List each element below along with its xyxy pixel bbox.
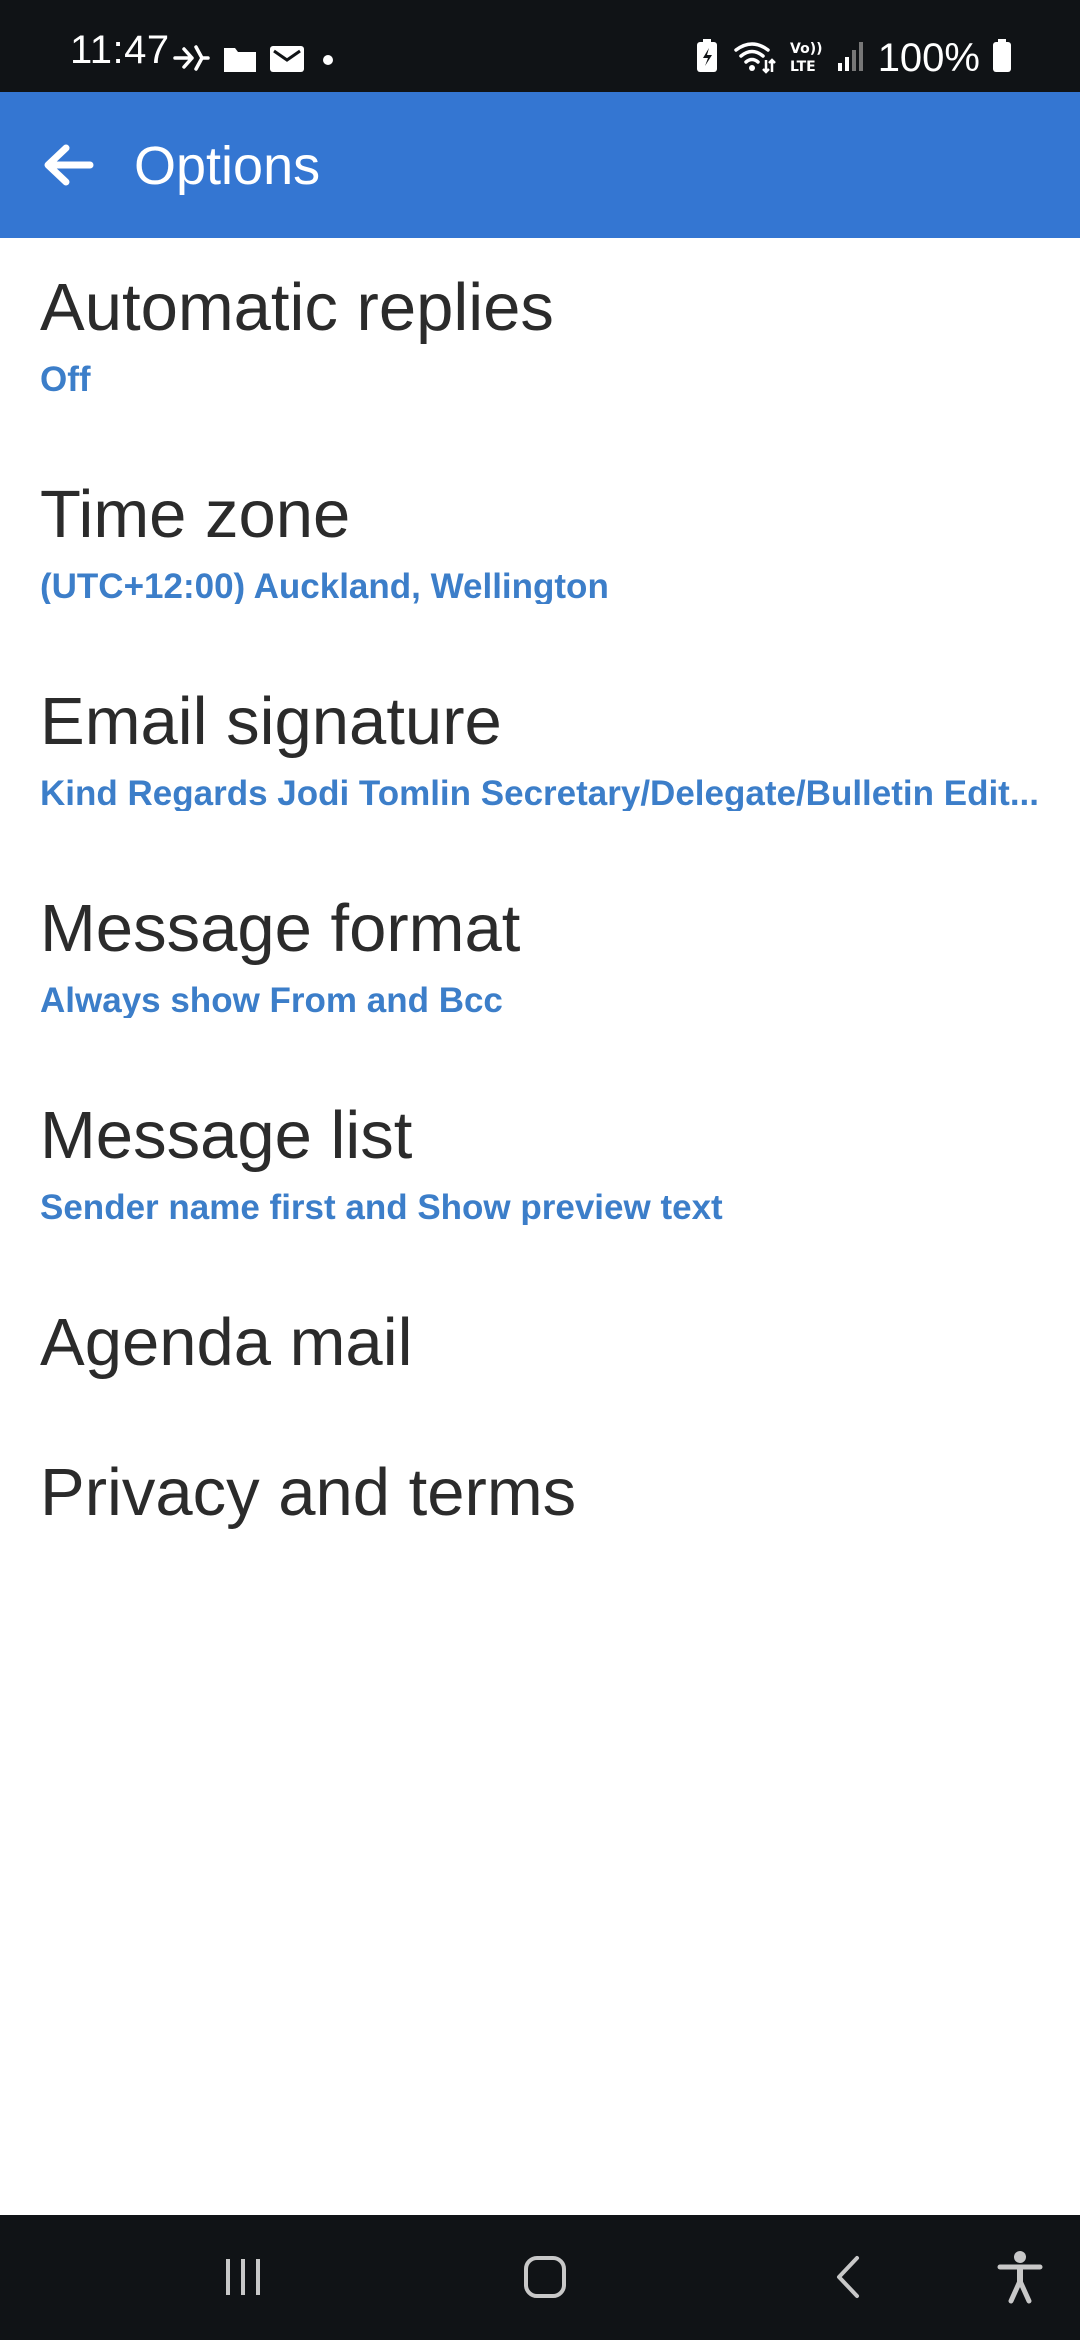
- option-title: Message list: [40, 1098, 413, 1173]
- option-privacy-and-terms[interactable]: Privacy and terms: [0, 1416, 1080, 1566]
- wifi-calling-icon: [732, 38, 776, 79]
- option-subtitle: Kind Regards Jodi Tomlin Secretary/Deleg…: [40, 776, 1040, 811]
- signal-icon: [836, 39, 866, 78]
- option-message-format[interactable]: Message format Always show From and Bcc: [0, 852, 1080, 1059]
- status-left-icons: [172, 40, 340, 80]
- status-bar: 11:47 Vo)) LTE 100%: [0, 0, 1080, 92]
- page-title: Options: [134, 136, 321, 196]
- dot-icon: [316, 42, 340, 79]
- recent-apps-icon: [226, 2259, 260, 2295]
- option-title: Automatic replies: [40, 270, 554, 345]
- back-button[interactable]: [30, 127, 106, 203]
- folder-icon: [222, 42, 258, 79]
- battery-percentage: 100%: [877, 36, 980, 80]
- status-right-icons: Vo)) LTE 100%: [694, 38, 1012, 78]
- mail-icon: [268, 42, 306, 79]
- option-message-list[interactable]: Message list Sender name first and Show …: [0, 1059, 1080, 1266]
- option-automatic-replies[interactable]: Automatic replies Off: [0, 238, 1080, 438]
- system-back-button[interactable]: [804, 2237, 894, 2317]
- app-bar: Options: [0, 92, 1080, 238]
- option-subtitle: Off: [40, 362, 91, 397]
- battery-icon: [992, 38, 1012, 79]
- battery-saver-icon: [694, 38, 720, 79]
- navigation-bar: [0, 2215, 1080, 2340]
- option-title: Agenda mail: [40, 1305, 413, 1380]
- volte-icon: Vo)) LTE: [788, 38, 824, 79]
- home-button[interactable]: [500, 2237, 590, 2317]
- accessibility-button[interactable]: [975, 2237, 1065, 2317]
- svg-text:LTE: LTE: [790, 59, 816, 74]
- status-time: 11:47: [70, 28, 170, 72]
- option-email-signature[interactable]: Email signature Kind Regards Jodi Tomlin…: [0, 645, 1080, 852]
- option-subtitle: (UTC+12:00) Auckland, Wellington: [40, 569, 609, 604]
- option-title: Time zone: [40, 477, 351, 552]
- option-agenda-mail[interactable]: Agenda mail: [0, 1266, 1080, 1416]
- option-title: Email signature: [40, 684, 502, 759]
- back-icon: [837, 2256, 859, 2298]
- option-subtitle: Always show From and Bcc: [40, 983, 503, 1018]
- option-time-zone[interactable]: Time zone (UTC+12:00) Auckland, Wellingt…: [0, 438, 1080, 645]
- recent-apps-button[interactable]: [198, 2237, 288, 2317]
- svg-text:Vo)): Vo)): [790, 41, 822, 57]
- accessibility-icon: [997, 2251, 1043, 2304]
- option-subtitle: Sender name first and Show preview text: [40, 1190, 723, 1225]
- airplane-like-icon: [172, 41, 212, 80]
- option-title: Message format: [40, 891, 521, 966]
- arrow-left-icon: [44, 144, 94, 186]
- home-icon: [524, 2256, 566, 2298]
- option-title: Privacy and terms: [40, 1455, 577, 1530]
